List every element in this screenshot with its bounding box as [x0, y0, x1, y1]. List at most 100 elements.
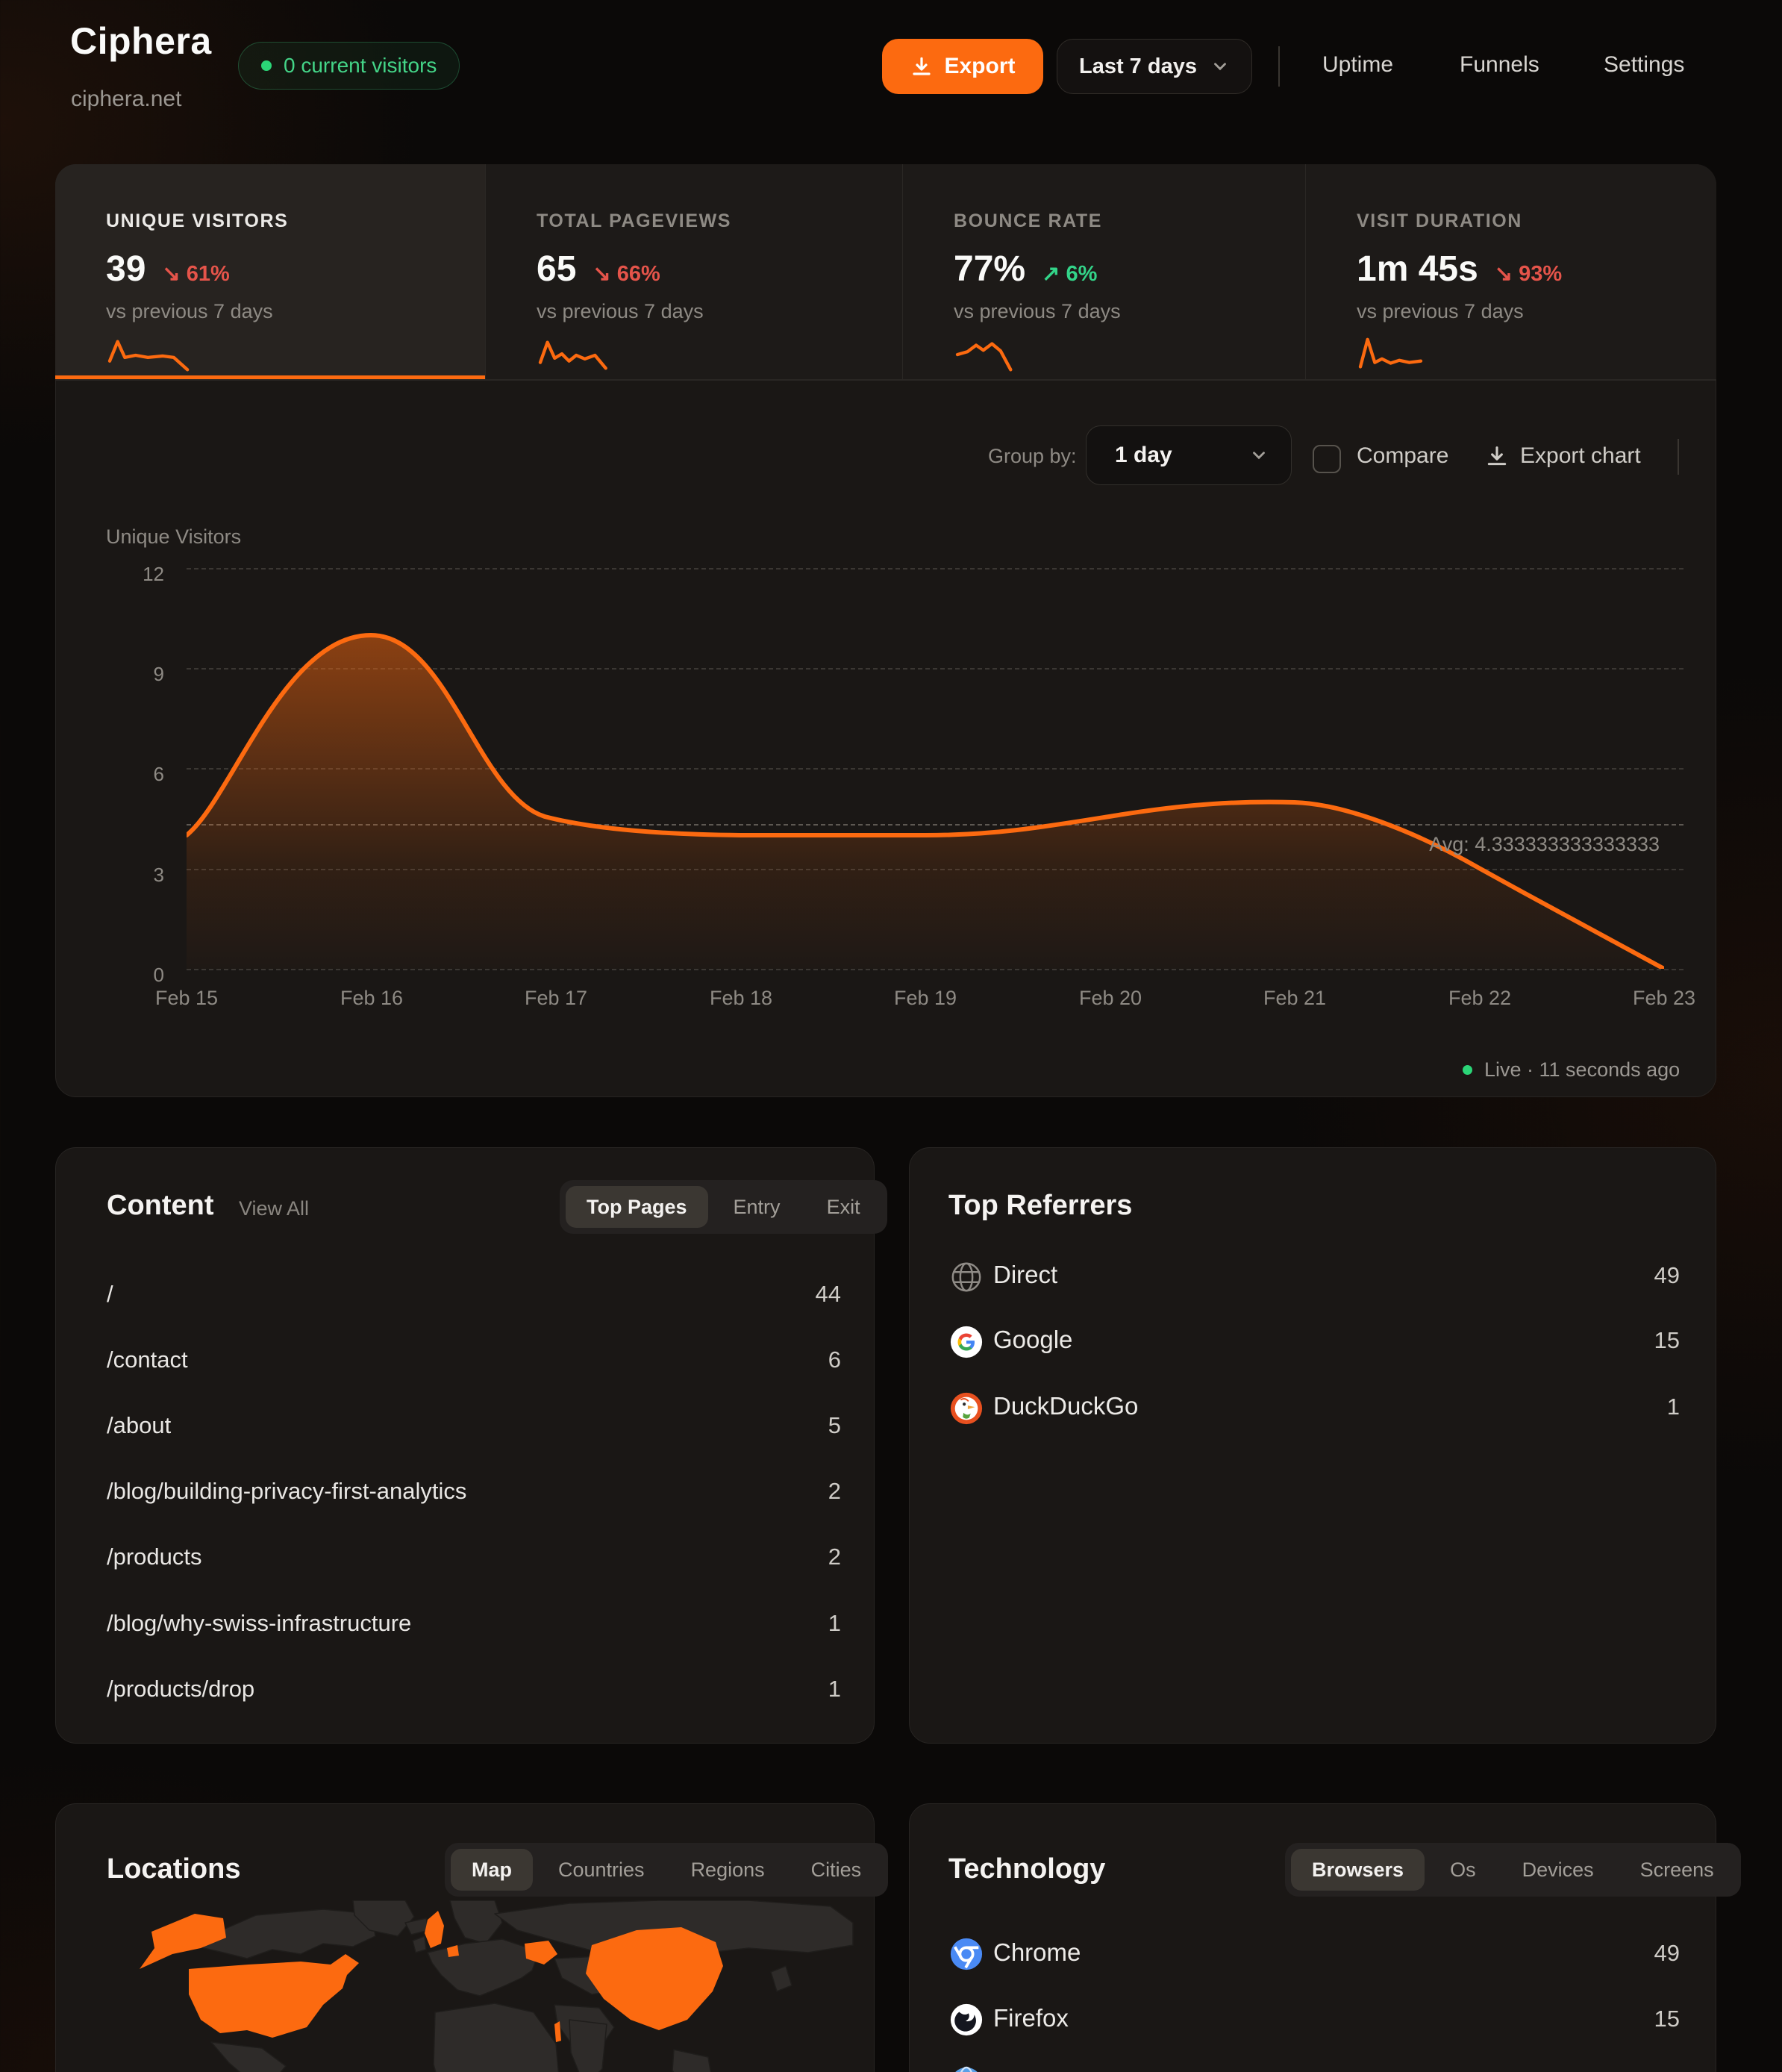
unique-visitors-line-chart[interactable]	[187, 568, 1664, 969]
stat-card-bounce-rate[interactable]: BOUNCE RATE 77% ↗ 6% vs previous 7 days	[902, 164, 1305, 381]
content-row-value: 1	[692, 1610, 841, 1637]
content-row-value: 6	[692, 1347, 841, 1373]
site-domain: ciphera.net	[71, 87, 181, 112]
tab-exit[interactable]: Exit	[806, 1186, 881, 1228]
y-tick: 3	[97, 864, 164, 887]
live-dot	[1463, 1065, 1472, 1075]
content-row-path[interactable]: /	[107, 1281, 113, 1308]
date-range-select[interactable]: Last 7 days	[1057, 39, 1252, 94]
referrer-row-duckduckgo[interactable]: DuckDuckGo	[993, 1392, 1138, 1420]
content-row-path[interactable]: /products/drop	[107, 1676, 254, 1703]
stat-card-unique-visitors[interactable]: UNIQUE VISITORS 39 ↘ 61% vs previous 7 d…	[55, 164, 485, 381]
stat-value: 65	[537, 249, 576, 290]
nav-uptime[interactable]: Uptime	[1322, 52, 1393, 78]
technology-row-firefox[interactable]: Firefox	[993, 2004, 1069, 2032]
trend-down-icon: ↘	[162, 262, 180, 286]
trend-up-icon: ↗	[1042, 262, 1060, 286]
chevron-down-icon	[1210, 57, 1230, 76]
stat-label: TOTAL PAGEVIEWS	[537, 210, 902, 232]
date-range-value: Last 7 days	[1079, 54, 1197, 79]
content-row-path[interactable]: /blog/why-swiss-infrastructure	[107, 1610, 411, 1637]
x-tick: Feb 21	[1242, 987, 1347, 1010]
map-country-china[interactable]	[586, 1927, 723, 2030]
content-tabs: Top Pages Entry Exit	[560, 1180, 887, 1234]
x-tick: Feb 20	[1058, 987, 1163, 1010]
stat-delta: ↘ 66%	[593, 260, 660, 287]
content-row-value: 44	[692, 1281, 841, 1308]
x-tick: Feb 23	[1612, 987, 1716, 1010]
map-country-usa[interactable]	[189, 1954, 359, 2038]
nav-settings[interactable]: Settings	[1604, 52, 1684, 78]
average-annotation: Avg: 4.333333333333333	[1287, 833, 1660, 856]
referrers-panel	[909, 1147, 1716, 1744]
tab-entry[interactable]: Entry	[713, 1186, 801, 1228]
tab-devices[interactable]: Devices	[1501, 1849, 1615, 1891]
tab-map[interactable]: Map	[451, 1849, 533, 1891]
content-row-path[interactable]: /about	[107, 1412, 171, 1439]
stat-card-visit-duration[interactable]: VISIT DURATION 1m 45s ↘ 93% vs previous …	[1305, 164, 1716, 381]
compare-checkbox[interactable]	[1313, 445, 1341, 473]
export-chart-button[interactable]: Export chart	[1520, 443, 1641, 469]
map-country-uk[interactable]	[425, 1911, 444, 1948]
live-status-label: Live · 11 seconds ago	[1484, 1058, 1680, 1082]
x-tick: Feb 17	[504, 987, 608, 1010]
technology-title: Technology	[948, 1853, 1105, 1885]
content-row-path[interactable]: /contact	[107, 1347, 188, 1373]
gridline-0	[187, 969, 1683, 970]
x-tick: Feb 18	[689, 987, 793, 1010]
tab-os[interactable]: Os	[1429, 1849, 1497, 1891]
stat-compare-label: vs previous 7 days	[106, 300, 485, 323]
tab-screens[interactable]: Screens	[1619, 1849, 1735, 1891]
referrer-row-value: 49	[1531, 1262, 1680, 1289]
tab-cities[interactable]: Cities	[790, 1849, 883, 1891]
content-row-value: 2	[692, 1544, 841, 1570]
map-region-africa	[434, 2003, 560, 2072]
x-tick: Feb 22	[1428, 987, 1532, 1010]
stat-compare-label: vs previous 7 days	[537, 300, 902, 323]
locations-tabs: Map Countries Regions Cities	[445, 1843, 888, 1897]
sparkline-chart	[954, 335, 1042, 375]
stat-card-total-pageviews[interactable]: TOTAL PAGEVIEWS 65 ↘ 66% vs previous 7 d…	[485, 164, 902, 381]
map-country-alaska[interactable]	[140, 1914, 226, 1969]
y-tick: 6	[97, 763, 164, 786]
referrer-row-direct[interactable]: Direct	[993, 1261, 1057, 1289]
tab-countries[interactable]: Countries	[537, 1849, 666, 1891]
technology-tabs: Browsers Os Devices Screens	[1285, 1843, 1741, 1897]
referrer-row-google[interactable]: Google	[993, 1326, 1072, 1354]
compare-label[interactable]: Compare	[1357, 443, 1448, 469]
analytics-dashboard: { "header": { "site_name": "Ciphera", "c…	[0, 0, 1782, 2072]
y-tick: 9	[97, 663, 164, 686]
content-panel	[55, 1147, 875, 1744]
tab-regions[interactable]: Regions	[670, 1849, 786, 1891]
technology-row-value: 15	[1531, 2006, 1680, 2032]
content-row-value: 5	[692, 1412, 841, 1439]
tab-top-pages[interactable]: Top Pages	[566, 1186, 708, 1228]
download-icon	[910, 54, 934, 78]
stat-value: 1m 45s	[1357, 249, 1478, 290]
content-row-path[interactable]: /blog/building-privacy-first-analytics	[107, 1478, 466, 1505]
tab-browsers[interactable]: Browsers	[1291, 1849, 1425, 1891]
referrer-row-value: 1	[1531, 1394, 1680, 1420]
trend-down-icon: ↘	[1495, 262, 1513, 286]
export-button[interactable]: Export	[882, 39, 1043, 94]
sparkline-chart	[537, 335, 625, 375]
technology-row-chrome[interactable]: Chrome	[993, 1938, 1081, 1967]
x-tick: Feb 16	[319, 987, 424, 1010]
content-view-all-link[interactable]: View All	[239, 1197, 309, 1220]
google-icon	[949, 1325, 984, 1359]
nav-funnels[interactable]: Funnels	[1460, 52, 1539, 78]
stat-compare-label: vs previous 7 days	[1357, 300, 1716, 323]
world-map[interactable]	[70, 1900, 860, 2072]
y-tick: 12	[97, 563, 164, 586]
stat-delta: ↗ 6%	[1042, 260, 1097, 287]
export-button-label: Export	[944, 54, 1015, 79]
live-visitors-dot	[261, 60, 272, 71]
stat-compare-label: vs previous 7 days	[954, 300, 1305, 323]
sparkline-chart	[1357, 335, 1445, 375]
content-row-path[interactable]: /products	[107, 1544, 202, 1570]
map-country-netherlands[interactable]	[447, 1945, 459, 1957]
locations-title: Locations	[107, 1853, 240, 1885]
x-tick: Feb 19	[873, 987, 978, 1010]
referrer-row-value: 15	[1531, 1327, 1680, 1354]
group-by-dropdown[interactable]: 1 day	[1086, 425, 1292, 485]
